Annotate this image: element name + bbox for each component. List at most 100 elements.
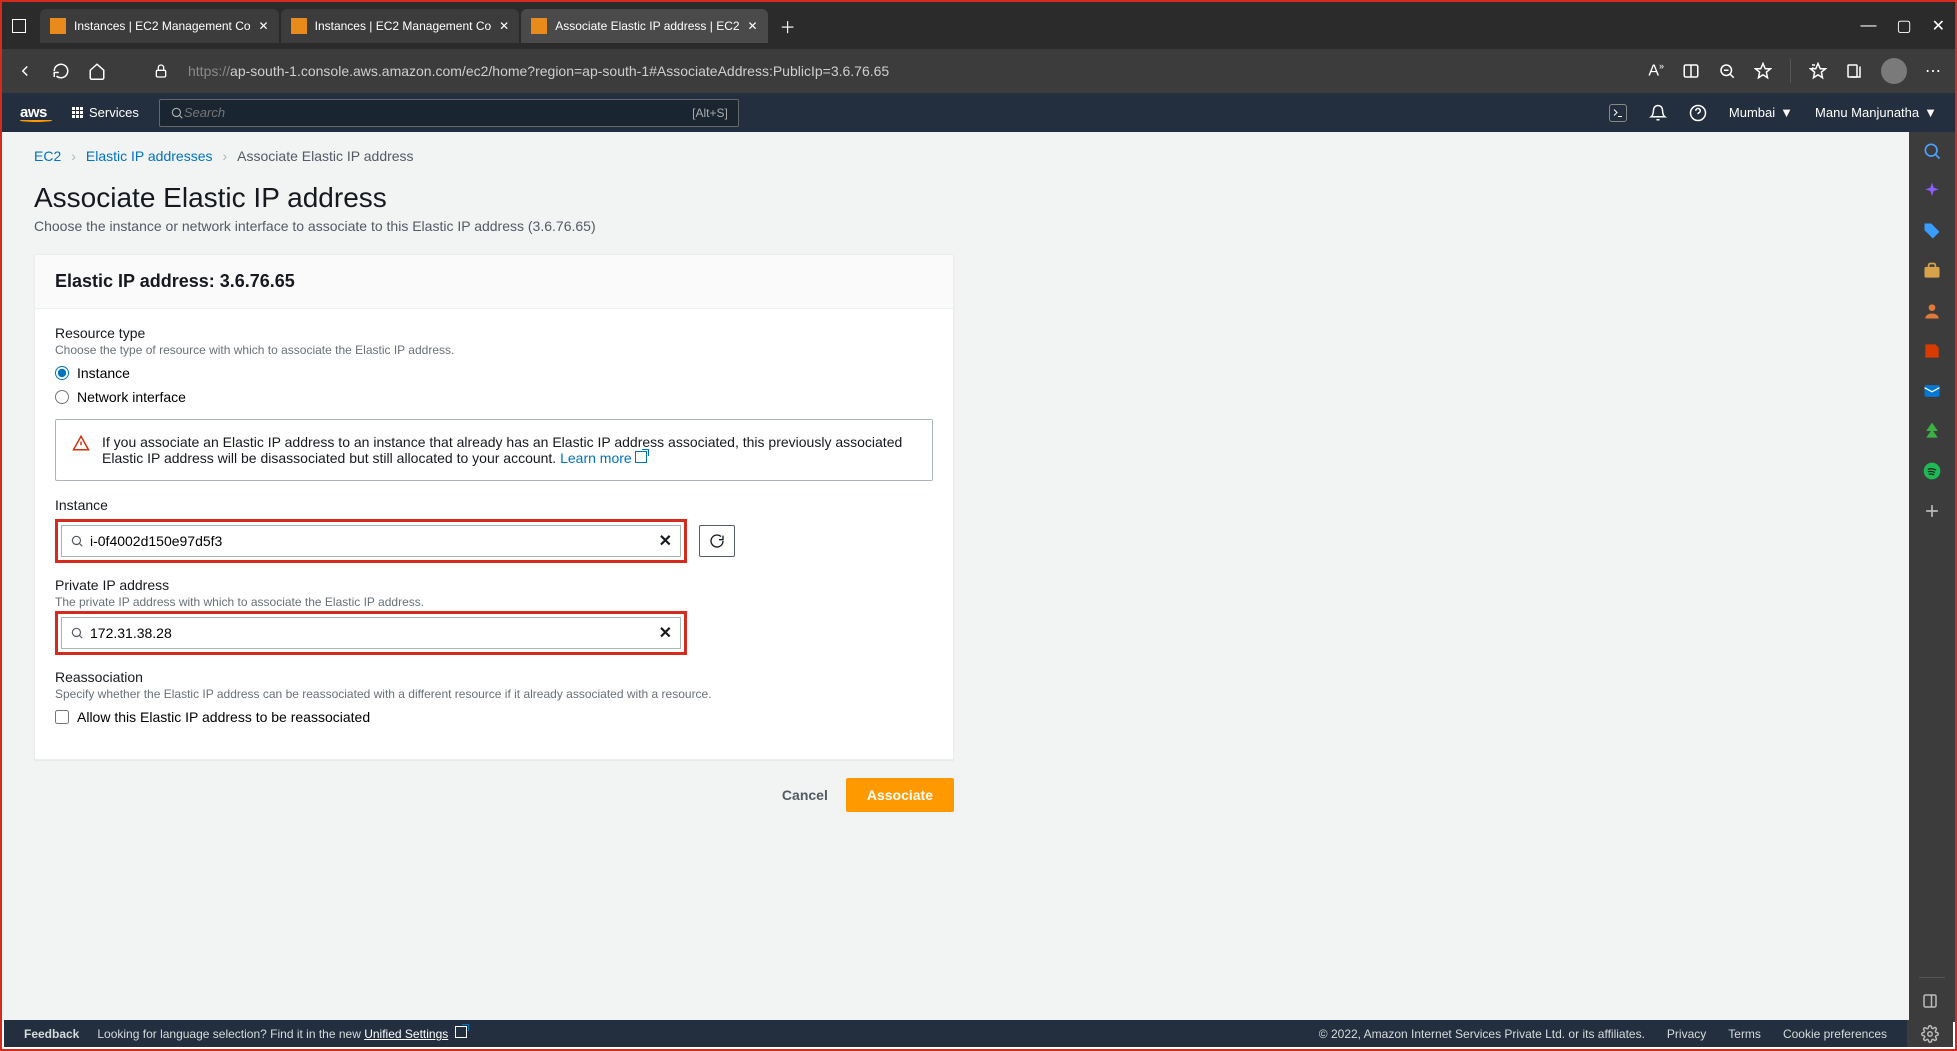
aws-favicon-icon: [50, 18, 66, 34]
aws-search-input[interactable]: [184, 105, 692, 120]
breadcrumb-ec2[interactable]: EC2: [34, 148, 61, 164]
sidebar-tree-icon[interactable]: [1921, 420, 1943, 442]
main-content: EC2 › Elastic IP addresses › Associate E…: [2, 132, 1909, 1022]
eip-panel: Elastic IP address: 3.6.76.65 Resource t…: [34, 254, 954, 760]
close-window-icon[interactable]: ✕: [1932, 16, 1945, 36]
reassociation-checkbox[interactable]: [55, 710, 69, 724]
sidebar-search-icon[interactable]: [1921, 140, 1943, 162]
panel-header: Elastic IP address: 3.6.76.65: [35, 255, 953, 309]
site-info-lock-icon[interactable]: [152, 62, 170, 80]
tab-overview-icon[interactable]: [12, 19, 26, 33]
sidebar-tag-icon[interactable]: [1921, 220, 1943, 242]
associate-button[interactable]: Associate: [846, 778, 954, 812]
instance-search-box[interactable]: ✕: [61, 525, 681, 557]
read-aloud-icon[interactable]: A»: [1648, 61, 1664, 80]
radio-instance[interactable]: Instance: [55, 365, 933, 381]
sidebar-spotify-icon[interactable]: [1921, 460, 1943, 482]
zoom-icon[interactable]: [1718, 62, 1736, 80]
maximize-icon[interactable]: ▢: [1896, 16, 1911, 36]
url-path: ap-south-1.console.aws.amazon.com/ec2/ho…: [230, 63, 889, 79]
grid-icon: [72, 107, 83, 118]
footer-terms[interactable]: Terms: [1728, 1027, 1761, 1041]
refresh-button[interactable]: [52, 62, 70, 80]
services-menu-button[interactable]: Services: [72, 105, 139, 120]
radio-instance-input[interactable]: [55, 366, 69, 380]
external-link-icon: [455, 1026, 467, 1038]
tab-title: Instances | EC2 Management Co: [74, 19, 251, 33]
aws-console-header: aws Services [Alt+S] Mumbai ▼ Manu Manju…: [2, 93, 1955, 132]
tab-title: Instances | EC2 Management Co: [315, 19, 492, 33]
sidebar-collapse-icon[interactable]: [1919, 990, 1941, 1012]
back-button[interactable]: [16, 62, 34, 80]
browser-url-bar: https://ap-south-1.console.aws.amazon.co…: [2, 49, 1955, 93]
collections-icon[interactable]: [1845, 62, 1863, 80]
user-menu[interactable]: Manu Manjunatha ▼: [1815, 105, 1937, 120]
search-icon: [70, 534, 84, 548]
instance-input[interactable]: [84, 533, 659, 549]
footer-lang-text: Looking for language selection? Find it …: [97, 1026, 466, 1041]
sidebar-briefcase-icon[interactable]: [1921, 260, 1943, 282]
gear-icon: [1921, 1025, 1939, 1043]
breadcrumb: EC2 › Elastic IP addresses › Associate E…: [34, 148, 1877, 164]
refresh-icon: [709, 533, 725, 549]
refresh-instances-button[interactable]: [699, 525, 735, 557]
warning-alert: If you associate an Elastic IP address t…: [55, 419, 933, 481]
private-ip-label: Private IP address: [55, 577, 933, 593]
aws-logo[interactable]: aws: [20, 104, 52, 122]
sidebar-outlook-icon[interactable]: [1921, 380, 1943, 402]
radio-eni-input[interactable]: [55, 390, 69, 404]
warning-icon: [72, 434, 90, 466]
clear-input-icon[interactable]: ✕: [659, 531, 672, 551]
sidebar-office-icon[interactable]: [1921, 340, 1943, 362]
instance-label: Instance: [55, 497, 933, 513]
browser-tab-3[interactable]: Associate Elastic IP address | EC2 ✕: [521, 9, 767, 43]
more-menu-icon[interactable]: ⋯: [1925, 61, 1941, 81]
favorites-list-icon[interactable]: [1809, 62, 1827, 80]
search-icon: [70, 626, 84, 640]
sidebar-add-icon[interactable]: [1921, 500, 1943, 522]
radio-instance-label: Instance: [77, 365, 130, 381]
browser-tab-1[interactable]: Instances | EC2 Management Co ✕: [40, 9, 279, 43]
sidebar-person-icon[interactable]: [1921, 300, 1943, 322]
cloudshell-icon[interactable]: [1609, 104, 1627, 122]
clear-input-icon[interactable]: ✕: [659, 623, 672, 643]
footer-cookie[interactable]: Cookie preferences: [1783, 1027, 1887, 1041]
address-bar[interactable]: https://ap-south-1.console.aws.amazon.co…: [188, 63, 1630, 79]
help-icon[interactable]: [1689, 104, 1707, 122]
alert-text: If you associate an Elastic IP address t…: [102, 434, 916, 466]
notifications-icon[interactable]: [1649, 104, 1667, 122]
caret-down-icon: ▼: [1780, 105, 1793, 120]
sidebar-sparkle-icon[interactable]: [1921, 180, 1943, 202]
enter-immersive-reader-icon[interactable]: [1682, 62, 1700, 80]
reassociation-help: Specify whether the Elastic IP address c…: [55, 687, 933, 701]
resource-type-label: Resource type: [55, 325, 933, 341]
profile-avatar[interactable]: [1881, 58, 1907, 84]
radio-network-interface[interactable]: Network interface: [55, 389, 933, 405]
favorite-icon[interactable]: [1754, 62, 1772, 80]
browser-tab-2[interactable]: Instances | EC2 Management Co ✕: [281, 9, 520, 43]
footer-feedback[interactable]: Feedback: [24, 1027, 79, 1041]
close-tab-icon[interactable]: ✕: [748, 19, 758, 33]
breadcrumb-eip[interactable]: Elastic IP addresses: [86, 148, 213, 164]
instance-field: Instance ✕: [55, 497, 933, 563]
cancel-button[interactable]: Cancel: [778, 778, 832, 812]
home-button[interactable]: [88, 62, 106, 80]
chevron-right-icon: ›: [71, 148, 76, 164]
new-tab-button[interactable]: ＋: [780, 14, 796, 38]
reassociation-checkbox-row[interactable]: Allow this Elastic IP address to be reas…: [55, 709, 933, 725]
footer-privacy[interactable]: Privacy: [1667, 1027, 1706, 1041]
region-selector[interactable]: Mumbai ▼: [1729, 105, 1793, 120]
close-tab-icon[interactable]: ✕: [499, 19, 509, 33]
aws-search-bar[interactable]: [Alt+S]: [159, 99, 739, 127]
aws-favicon-icon: [291, 18, 307, 34]
reassociation-checkbox-label: Allow this Elastic IP address to be reas…: [77, 709, 370, 725]
minimize-icon[interactable]: —: [1860, 17, 1876, 35]
private-ip-input[interactable]: [84, 625, 659, 641]
learn-more-link[interactable]: Learn more: [560, 450, 647, 466]
search-shortcut-hint: [Alt+S]: [692, 106, 728, 120]
unified-settings-link[interactable]: Unified Settings: [364, 1027, 448, 1041]
edge-settings-gear[interactable]: [1907, 1020, 1953, 1047]
aws-favicon-icon: [531, 18, 547, 34]
close-tab-icon[interactable]: ✕: [259, 19, 269, 33]
private-ip-search-box[interactable]: ✕: [61, 617, 681, 649]
